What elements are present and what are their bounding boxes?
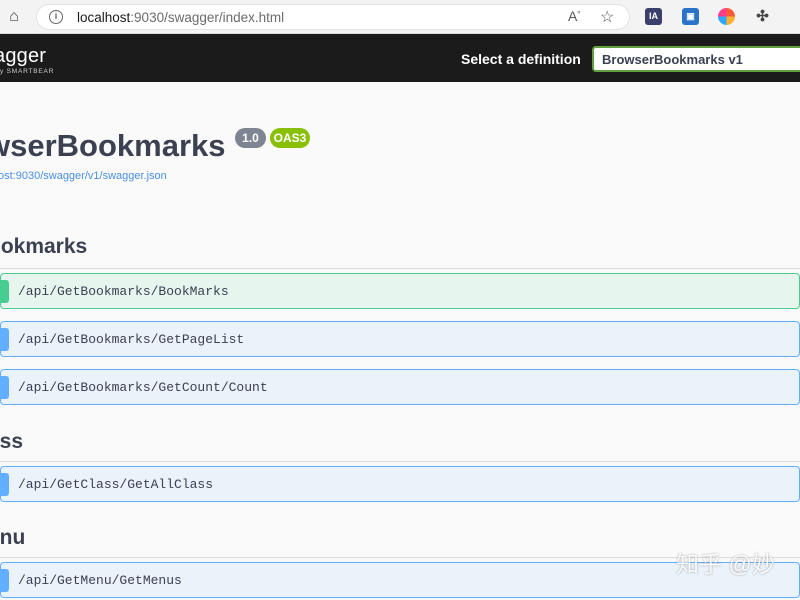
- url-host: localhost: [77, 10, 131, 25]
- address-bar[interactable]: i localhost:9030/swagger/index.html Aⁿ ☆: [36, 4, 630, 30]
- section-divider: [0, 461, 800, 462]
- oas-badge: OAS3: [270, 128, 310, 148]
- section-divider: [0, 268, 800, 269]
- smartbear-tagline: y SMARTBEAR: [0, 68, 55, 75]
- method-badge: [0, 569, 9, 592]
- api-title: wserBookmarks: [0, 128, 226, 163]
- ia-extension-icon[interactable]: IA: [645, 8, 662, 25]
- section-title-class[interactable]: ass: [0, 430, 23, 454]
- definition-select-value: BrowserBookmarks v1: [602, 52, 743, 67]
- watermark-text: 知乎 @妙: [676, 551, 775, 577]
- operation-path: /api/GetBookmarks/BookMarks: [18, 284, 229, 299]
- operation-post-bookmarks[interactable]: /api/GetBookmarks/BookMarks: [0, 273, 800, 309]
- operation-path: /api/GetClass/GetAllClass: [18, 477, 214, 492]
- favorite-star-icon[interactable]: ☆: [600, 7, 614, 27]
- lock-extension-icon[interactable]: ▣: [682, 8, 699, 25]
- version-badge: 1.0: [235, 128, 266, 148]
- section-title-menu[interactable]: enu: [0, 526, 25, 550]
- section-title-bookmarks[interactable]: ookmarks: [0, 235, 87, 259]
- extensions-puzzle-icon[interactable]: ✣: [754, 8, 771, 25]
- url-path: :9030/swagger/index.html: [130, 10, 285, 25]
- read-aloud-label: A: [568, 8, 578, 24]
- method-badge: [0, 473, 9, 496]
- operation-get-page-list[interactable]: /api/GetBookmarks/GetPageList: [0, 321, 800, 357]
- method-badge: [0, 328, 9, 351]
- definition-select[interactable]: BrowserBookmarks v1: [592, 46, 800, 72]
- operation-get-count[interactable]: /api/GetBookmarks/GetCount/Count: [0, 369, 800, 405]
- select-definition-label: Select a definition: [461, 51, 581, 67]
- method-badge: [0, 280, 9, 303]
- browser-toolbar: ⌂ i localhost:9030/swagger/index.html Aⁿ…: [0, 0, 800, 34]
- swagger-topbar: agger y SMARTBEAR Select a definition Br…: [0, 34, 800, 82]
- spec-json-link[interactable]: ost:9030/swagger/v1/swagger.json: [0, 170, 167, 182]
- site-info-icon[interactable]: i: [49, 10, 63, 24]
- method-badge: [0, 376, 9, 399]
- read-aloud-icon[interactable]: Aⁿ: [568, 8, 580, 24]
- url-text[interactable]: localhost:9030/swagger/index.html: [77, 10, 284, 25]
- swagger-logo[interactable]: agger: [0, 45, 46, 68]
- operation-path: /api/GetMenu/GetMenus: [18, 573, 182, 588]
- operation-path: /api/GetBookmarks/GetPageList: [18, 332, 245, 347]
- operation-path: /api/GetBookmarks/GetCount/Count: [18, 380, 268, 395]
- browser-extension-icon[interactable]: [718, 8, 735, 25]
- operation-get-all-class[interactable]: /api/GetClass/GetAllClass: [0, 466, 800, 502]
- home-icon[interactable]: ⌂: [4, 7, 24, 27]
